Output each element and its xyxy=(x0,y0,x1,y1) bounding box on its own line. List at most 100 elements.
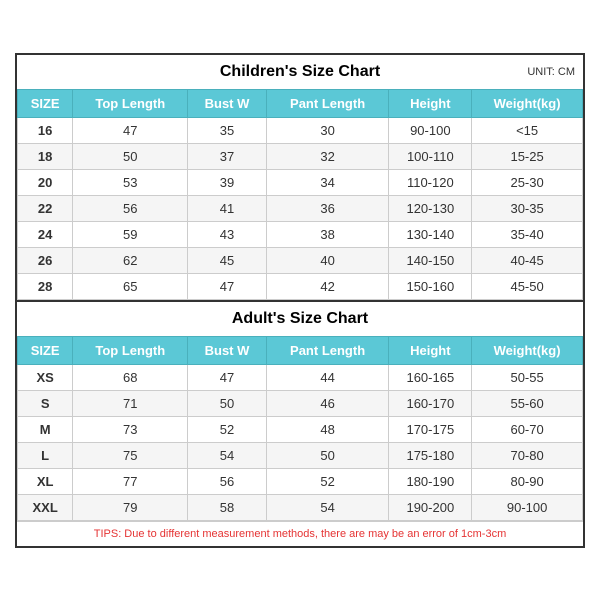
list-item: 160-170 xyxy=(389,390,472,416)
list-item: M xyxy=(18,416,73,442)
col-header-size: SIZE xyxy=(18,89,73,117)
list-item: 34 xyxy=(266,169,389,195)
list-item: 160-165 xyxy=(389,364,472,390)
list-item: 47 xyxy=(73,117,188,143)
tips-text: TIPS: Due to different measurement metho… xyxy=(17,521,583,546)
col-header-bust-w: Bust W xyxy=(188,89,266,117)
list-item: 190-200 xyxy=(389,494,472,520)
list-item: 43 xyxy=(188,221,266,247)
adult-table: SIZE Top Length Bust W Pant Length Heigh… xyxy=(17,336,583,521)
adult-title-row: Adult's Size Chart xyxy=(17,300,583,336)
size-chart-container: Children's Size Chart UNIT: CM SIZE Top … xyxy=(15,53,585,548)
list-item: 140-150 xyxy=(389,247,472,273)
list-item: 15-25 xyxy=(472,143,583,169)
table-row: 1647353090-100<15 xyxy=(18,117,583,143)
adult-col-header-weight: Weight(kg) xyxy=(472,336,583,364)
list-item: 150-160 xyxy=(389,273,472,299)
list-item: 45 xyxy=(188,247,266,273)
list-item: 45-50 xyxy=(472,273,583,299)
list-item: 30-35 xyxy=(472,195,583,221)
list-item: 26 xyxy=(18,247,73,273)
list-item: <15 xyxy=(472,117,583,143)
list-item: 50 xyxy=(73,143,188,169)
list-item: 73 xyxy=(73,416,188,442)
list-item: 36 xyxy=(266,195,389,221)
list-item: 175-180 xyxy=(389,442,472,468)
list-item: 70-80 xyxy=(472,442,583,468)
list-item: 39 xyxy=(188,169,266,195)
list-item: 58 xyxy=(188,494,266,520)
list-item: 71 xyxy=(73,390,188,416)
list-item: 46 xyxy=(266,390,389,416)
col-header-top-length: Top Length xyxy=(73,89,188,117)
list-item: 90-100 xyxy=(472,494,583,520)
list-item: 44 xyxy=(266,364,389,390)
list-item: 48 xyxy=(266,416,389,442)
list-item: 30 xyxy=(266,117,389,143)
list-item: 20 xyxy=(18,169,73,195)
list-item: 100-110 xyxy=(389,143,472,169)
adult-col-header-pant-length: Pant Length xyxy=(266,336,389,364)
children-header-row: SIZE Top Length Bust W Pant Length Heigh… xyxy=(18,89,583,117)
unit-label: UNIT: CM xyxy=(527,66,575,78)
table-row: 24594338130-14035-40 xyxy=(18,221,583,247)
list-item: 37 xyxy=(188,143,266,169)
list-item: 40-45 xyxy=(472,247,583,273)
list-item: 47 xyxy=(188,273,266,299)
list-item: 62 xyxy=(73,247,188,273)
adult-title: Adult's Size Chart xyxy=(232,310,368,327)
list-item: 79 xyxy=(73,494,188,520)
list-item: 56 xyxy=(73,195,188,221)
list-item: 16 xyxy=(18,117,73,143)
col-header-weight: Weight(kg) xyxy=(472,89,583,117)
adult-col-header-size: SIZE xyxy=(18,336,73,364)
table-row: XL775652180-19080-90 xyxy=(18,468,583,494)
table-row: L755450175-18070-80 xyxy=(18,442,583,468)
list-item: S xyxy=(18,390,73,416)
list-item: 80-90 xyxy=(472,468,583,494)
list-item: 50 xyxy=(266,442,389,468)
adult-col-header-bust-w: Bust W xyxy=(188,336,266,364)
list-item: 54 xyxy=(266,494,389,520)
table-row: M735248170-17560-70 xyxy=(18,416,583,442)
list-item: XS xyxy=(18,364,73,390)
list-item: 52 xyxy=(266,468,389,494)
list-item: 55-60 xyxy=(472,390,583,416)
list-item: 180-190 xyxy=(389,468,472,494)
col-header-height: Height xyxy=(389,89,472,117)
list-item: 42 xyxy=(266,273,389,299)
table-row: 20533934110-12025-30 xyxy=(18,169,583,195)
table-row: XS684744160-16550-55 xyxy=(18,364,583,390)
list-item: XXL xyxy=(18,494,73,520)
list-item: 32 xyxy=(266,143,389,169)
list-item: 35 xyxy=(188,117,266,143)
list-item: 90-100 xyxy=(389,117,472,143)
table-row: S715046160-17055-60 xyxy=(18,390,583,416)
list-item: 50 xyxy=(188,390,266,416)
list-item: 18 xyxy=(18,143,73,169)
list-item: 77 xyxy=(73,468,188,494)
table-row: 26624540140-15040-45 xyxy=(18,247,583,273)
list-item: 35-40 xyxy=(472,221,583,247)
list-item: 25-30 xyxy=(472,169,583,195)
children-table: SIZE Top Length Bust W Pant Length Heigh… xyxy=(17,89,583,300)
list-item: 60-70 xyxy=(472,416,583,442)
list-item: 130-140 xyxy=(389,221,472,247)
children-title: Children's Size Chart xyxy=(220,63,380,80)
list-item: 120-130 xyxy=(389,195,472,221)
table-row: 22564136120-13030-35 xyxy=(18,195,583,221)
list-item: 52 xyxy=(188,416,266,442)
list-item: 50-55 xyxy=(472,364,583,390)
list-item: 54 xyxy=(188,442,266,468)
col-header-pant-length: Pant Length xyxy=(266,89,389,117)
list-item: 22 xyxy=(18,195,73,221)
adult-col-header-top-length: Top Length xyxy=(73,336,188,364)
list-item: 41 xyxy=(188,195,266,221)
table-row: 18503732100-11015-25 xyxy=(18,143,583,169)
adult-col-header-height: Height xyxy=(389,336,472,364)
list-item: 24 xyxy=(18,221,73,247)
table-row: 28654742150-16045-50 xyxy=(18,273,583,299)
list-item: 65 xyxy=(73,273,188,299)
adult-header-row: SIZE Top Length Bust W Pant Length Heigh… xyxy=(18,336,583,364)
list-item: 170-175 xyxy=(389,416,472,442)
